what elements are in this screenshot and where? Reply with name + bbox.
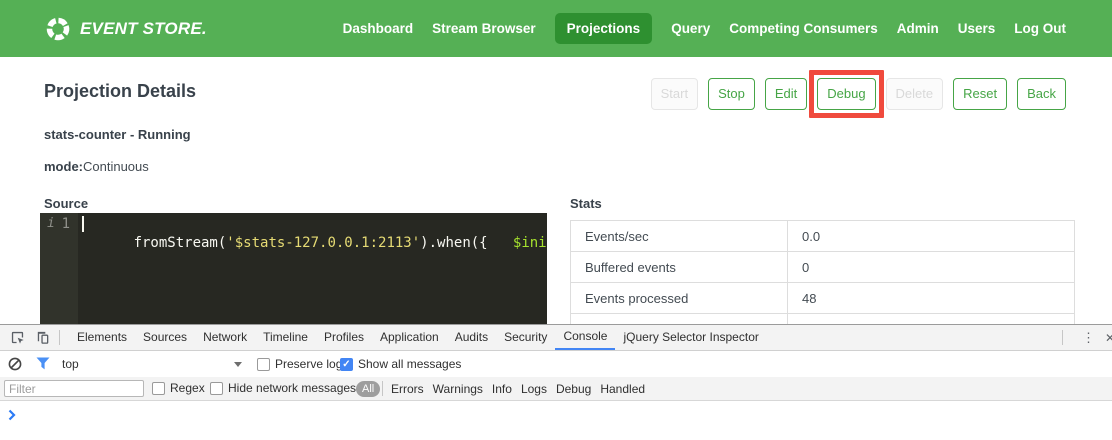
tab-security[interactable]: Security	[496, 325, 555, 351]
stat-label: Events/sec	[571, 221, 788, 252]
table-row: Buffered events 0	[571, 252, 1075, 283]
filter-levels: Errors Warnings Info Logs Debug Handled	[391, 382, 645, 396]
show-all-messages-control: Show all messages	[340, 357, 461, 371]
console-toolbar: top Preserve log Show all messages	[0, 351, 1112, 377]
main-content: Projection Details Start Stop Edit Debug…	[0, 57, 1112, 324]
chevron-down-icon[interactable]	[234, 362, 242, 367]
toolbar-divider	[59, 330, 60, 345]
tab-network[interactable]: Network	[195, 325, 255, 351]
hide-network-messages-label[interactable]: Hide network messages	[228, 381, 356, 395]
preserve-log-label[interactable]: Preserve log	[275, 357, 342, 371]
text-cursor	[82, 216, 84, 232]
nav-item-stream-browser[interactable]: Stream Browser	[432, 13, 536, 44]
regex-checkbox[interactable]	[152, 382, 165, 395]
back-button[interactable]: Back	[1017, 78, 1066, 110]
frame-context-selector[interactable]: top	[62, 357, 79, 371]
nav-item-projections[interactable]: Projections	[555, 13, 653, 44]
debug-highlight-annotation: Debug	[809, 70, 883, 118]
clear-console-icon[interactable]	[8, 357, 22, 371]
code-plain: ).when({	[420, 235, 513, 251]
nav-item-log-out[interactable]: Log Out	[1014, 13, 1066, 44]
close-icon[interactable]: ✕	[1105, 331, 1112, 345]
tab-audits[interactable]: Audits	[447, 325, 496, 351]
table-row: Events processed 48	[571, 283, 1075, 314]
source-heading: Source	[44, 196, 88, 211]
console-prompt[interactable]	[0, 401, 1112, 439]
nav-item-users[interactable]: Users	[958, 13, 996, 44]
filter-level-warnings[interactable]: Warnings	[433, 382, 483, 396]
event-store-logo[interactable]: EVENT STORE.	[45, 16, 207, 42]
code-line: fromStream('$stats-127.0.0.1:2113').when…	[78, 213, 547, 328]
nav-item-dashboard[interactable]: Dashboard	[343, 13, 414, 44]
code-editor[interactable]: i 1 fromStream('$stats-127.0.0.1:2113').…	[40, 213, 547, 328]
console-filter-bar: Regex Hide network messages All Errors W…	[0, 377, 1112, 401]
show-all-messages-label[interactable]: Show all messages	[358, 357, 461, 371]
hide-network-messages-control: Hide network messages	[210, 381, 356, 395]
filter-level-logs[interactable]: Logs	[521, 382, 547, 396]
filter-level-errors[interactable]: Errors	[391, 382, 424, 396]
preserve-log-checkbox[interactable]	[257, 358, 270, 371]
inspect-element-icon[interactable]	[9, 330, 25, 346]
nav-item-query[interactable]: Query	[671, 13, 710, 44]
info-annotation-icon: i	[47, 216, 55, 231]
code-init-keyword: $init:	[513, 235, 547, 251]
filter-level-all-button[interactable]: All	[356, 381, 380, 397]
filter-level-handled[interactable]: Handled	[600, 382, 645, 396]
stat-value: 0.0	[788, 221, 1075, 252]
page-title: Projection Details	[44, 81, 196, 102]
tab-elements[interactable]: Elements	[69, 325, 135, 351]
toolbar-divider	[382, 381, 383, 396]
show-all-messages-checkbox[interactable]	[340, 358, 353, 371]
code-string: '$stats-127.0.0.1:2113'	[226, 235, 420, 251]
editor-gutter: i 1	[40, 213, 78, 328]
code-plain: fromStream(	[134, 235, 227, 251]
table-row: Events/sec 0.0	[571, 221, 1075, 252]
main-nav: Dashboard Stream Browser Projections Que…	[343, 13, 1066, 44]
hide-network-messages-checkbox[interactable]	[210, 382, 223, 395]
tab-jquery-selector-inspector[interactable]: jQuery Selector Inspector	[615, 325, 766, 351]
filter-level-debug[interactable]: Debug	[556, 382, 591, 396]
tab-sources[interactable]: Sources	[135, 325, 195, 351]
app-header: EVENT STORE. Dashboard Stream Browser Pr…	[0, 0, 1112, 57]
stop-button[interactable]: Stop	[708, 78, 755, 110]
reset-button[interactable]: Reset	[953, 78, 1007, 110]
kebab-menu-icon[interactable]: ⋮	[1072, 330, 1105, 346]
tab-timeline[interactable]: Timeline	[255, 325, 316, 351]
mode-label: mode:	[44, 159, 83, 174]
devtools-window-controls: ⋮ ✕	[1053, 325, 1112, 351]
start-button[interactable]: Start	[651, 78, 698, 110]
logo-text: EVENT STORE.	[80, 19, 207, 39]
stat-value: 48	[788, 283, 1075, 314]
device-toolbar-icon[interactable]	[34, 330, 50, 346]
mode-value: Continuous	[83, 159, 149, 174]
regex-control: Regex	[152, 381, 205, 395]
filter-level-info[interactable]: Info	[492, 382, 512, 396]
stat-label: Buffered events	[571, 252, 788, 283]
nav-item-competing-consumers[interactable]: Competing Consumers	[729, 13, 878, 44]
debug-button[interactable]: Debug	[817, 78, 875, 110]
filter-funnel-icon[interactable]	[36, 357, 50, 370]
preserve-log-control: Preserve log	[257, 357, 342, 371]
toolbar-divider	[1062, 330, 1063, 345]
action-buttons: Start Stop Edit Debug Delete Reset Back	[651, 78, 1066, 110]
tab-console[interactable]: Console	[555, 325, 615, 351]
regex-label[interactable]: Regex	[170, 381, 205, 395]
line-number: 1	[62, 216, 70, 232]
devtools-panel: Elements Sources Network Timeline Profil…	[0, 324, 1112, 440]
console-prompt-icon	[8, 409, 16, 421]
projection-mode: mode:Continuous	[44, 159, 149, 174]
stats-heading: Stats	[570, 196, 602, 211]
stat-value: 0	[788, 252, 1075, 283]
delete-button[interactable]: Delete	[886, 78, 944, 110]
projection-status: stats-counter - Running	[44, 127, 191, 142]
tab-profiles[interactable]: Profiles	[316, 325, 372, 351]
nav-item-admin[interactable]: Admin	[897, 13, 939, 44]
devtools-tabbar: Elements Sources Network Timeline Profil…	[0, 325, 1112, 351]
edit-button[interactable]: Edit	[765, 78, 807, 110]
tab-application[interactable]: Application	[372, 325, 447, 351]
filter-input[interactable]	[4, 380, 144, 397]
stat-label: Events processed	[571, 283, 788, 314]
event-store-logo-icon	[45, 16, 71, 42]
